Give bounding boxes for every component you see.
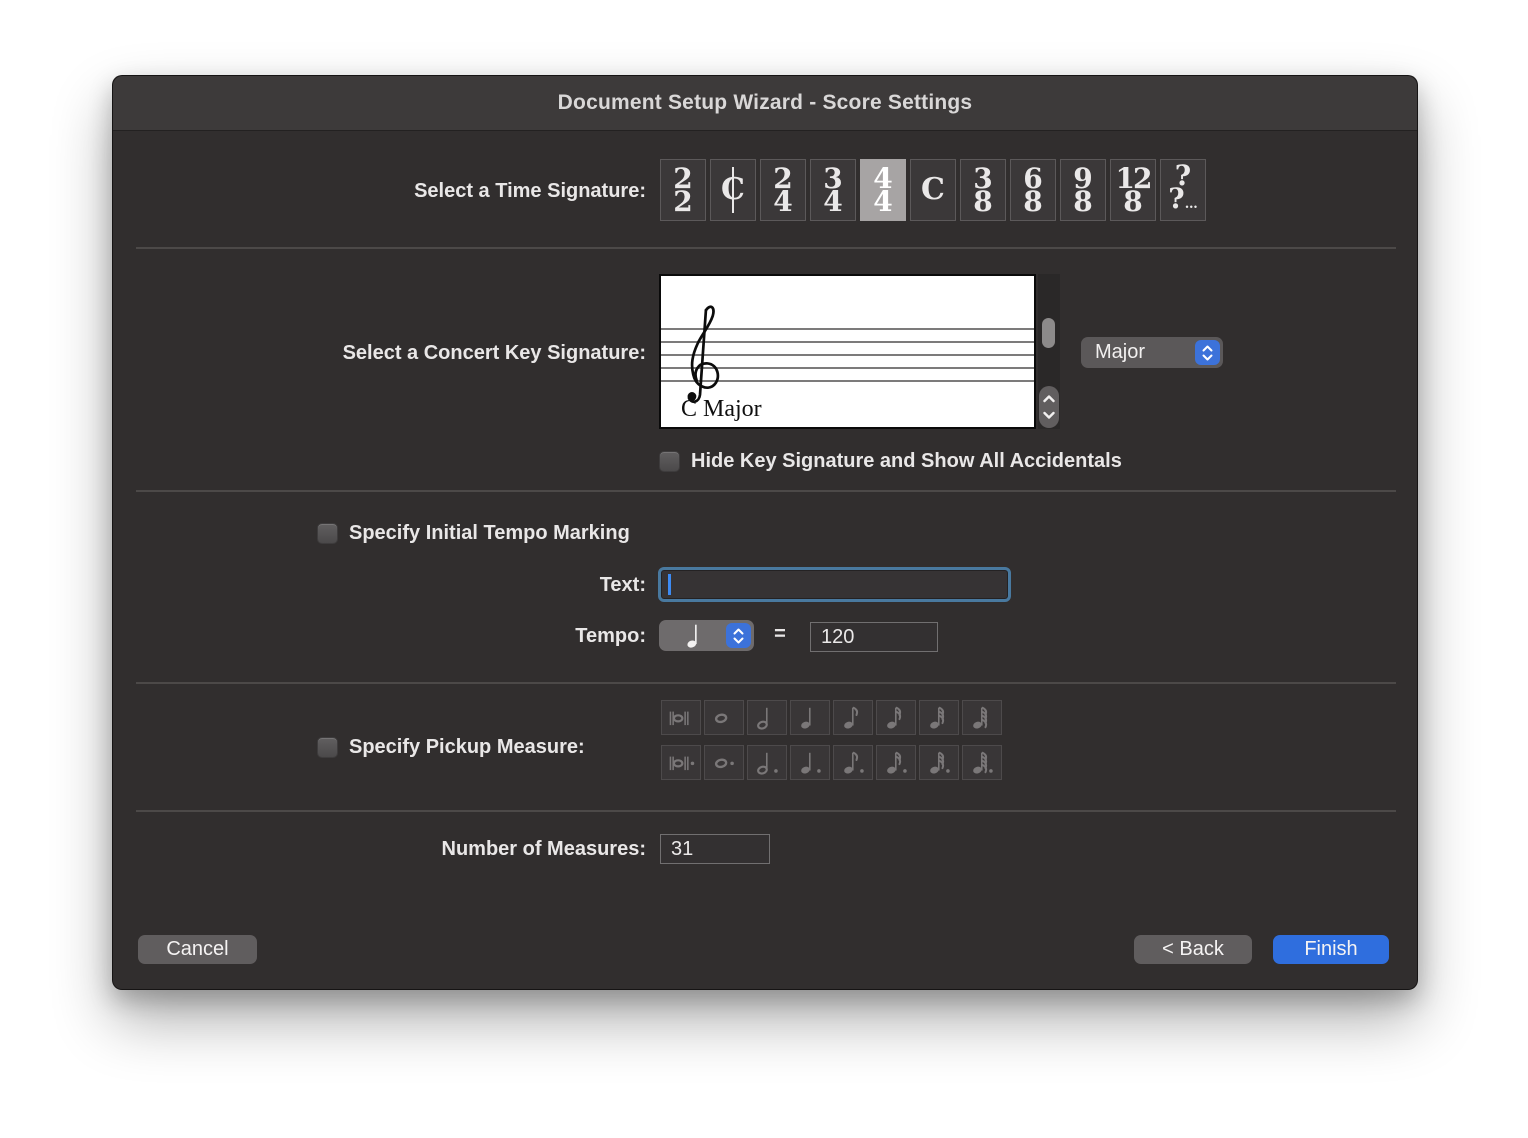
- scrollbar-thumb[interactable]: [1042, 318, 1055, 348]
- pickup-thirty-second-dotted-button[interactable]: [919, 745, 959, 780]
- specify-tempo-checkbox-label: Specify Initial Tempo Marking: [349, 522, 630, 545]
- section-divider: [136, 247, 1396, 249]
- key-mode-select[interactable]: Major: [1081, 337, 1223, 368]
- pickup-whole-dotted-button[interactable]: [704, 745, 744, 780]
- key-signature-preview[interactable]: C Major: [659, 274, 1036, 429]
- time-signature-option-4-4[interactable]: 44: [860, 159, 906, 221]
- key-signature-label: Select a Concert Key Signature:: [113, 340, 646, 366]
- section-divider: [136, 682, 1396, 684]
- scroll-up-icon[interactable]: [1043, 395, 1055, 403]
- time-signature-option-cut-time[interactable]: C: [710, 159, 756, 221]
- time-signature-option-9-8[interactable]: 98: [1060, 159, 1106, 221]
- specify-tempo-checkbox[interactable]: [317, 523, 338, 544]
- pickup-double-whole-dotted-button[interactable]: [661, 745, 701, 780]
- equals-sign: =: [765, 623, 795, 646]
- title-bar: Document Setup Wizard - Score Settings: [113, 76, 1417, 131]
- scroll-down-icon[interactable]: [1043, 411, 1055, 419]
- hide-key-signature-row: Hide Key Signature and Show All Accident…: [659, 450, 1122, 472]
- pickup-duration-options: [661, 700, 1002, 790]
- time-signature-label: Select a Time Signature:: [113, 178, 646, 204]
- bpm-input[interactable]: 120: [810, 622, 938, 652]
- treble-clef-icon: [677, 300, 723, 410]
- selected-key-caption: C Major: [681, 396, 762, 423]
- time-signature-option-other[interactable]: ??…: [1160, 159, 1206, 221]
- key-signature-scrollbar[interactable]: [1038, 274, 1060, 429]
- time-signature-option-common-time[interactable]: C: [910, 159, 956, 221]
- scrollbar-arrows: [1039, 386, 1059, 428]
- tempo-note-select[interactable]: [659, 620, 754, 651]
- pickup-sixteenth-dotted-button[interactable]: [876, 745, 916, 780]
- section-divider: [136, 810, 1396, 812]
- document-setup-wizard-dialog: Document Setup Wizard - Score Settings S…: [112, 75, 1418, 990]
- text-cursor: [668, 574, 671, 595]
- pickup-half-button[interactable]: [747, 700, 787, 735]
- tempo-text-input[interactable]: [658, 567, 1011, 602]
- pickup-sixteenth-button[interactable]: [876, 700, 916, 735]
- back-button[interactable]: < Back: [1134, 935, 1252, 964]
- specify-pickup-checkbox-label: Specify Pickup Measure:: [349, 736, 585, 759]
- number-of-measures-label: Number of Measures:: [113, 836, 646, 862]
- specify-pickup-checkbox[interactable]: [317, 737, 338, 758]
- pickup-plain-row: [661, 700, 1002, 735]
- specify-tempo-row: Specify Initial Tempo Marking: [317, 522, 630, 544]
- finish-button[interactable]: Finish: [1273, 935, 1389, 964]
- hide-key-signature-checkbox-label: Hide Key Signature and Show All Accident…: [691, 450, 1122, 473]
- pickup-eighth-button[interactable]: [833, 700, 873, 735]
- time-signature-option-12-8[interactable]: 128: [1110, 159, 1156, 221]
- section-divider: [136, 490, 1396, 492]
- time-signature-option-6-8[interactable]: 68: [1010, 159, 1056, 221]
- pickup-thirty-second-button[interactable]: [919, 700, 959, 735]
- time-signature-options: 22C243444C386898128??…: [660, 159, 1206, 221]
- pickup-eighth-dotted-button[interactable]: [833, 745, 873, 780]
- pickup-whole-button[interactable]: [704, 700, 744, 735]
- time-signature-option-2-4[interactable]: 24: [760, 159, 806, 221]
- quarter-note-icon: [662, 622, 726, 649]
- window-title: Document Setup Wizard - Score Settings: [558, 91, 973, 115]
- pickup-half-dotted-button[interactable]: [747, 745, 787, 780]
- time-signature-option-2-2[interactable]: 22: [660, 159, 706, 221]
- popup-stepper-icon: [1195, 340, 1220, 365]
- pickup-quarter-button[interactable]: [790, 700, 830, 735]
- number-of-measures-input[interactable]: 31: [660, 834, 770, 864]
- pickup-dotted-row: [661, 745, 1002, 780]
- hide-key-signature-checkbox[interactable]: [659, 451, 680, 472]
- pickup-sixty-fourth-button[interactable]: [962, 700, 1002, 735]
- tempo-label: Tempo:: [113, 623, 646, 649]
- time-signature-option-3-8[interactable]: 38: [960, 159, 1006, 221]
- popup-stepper-icon: [726, 623, 751, 648]
- tempo-text-label: Text:: [113, 572, 646, 598]
- time-signature-option-3-4[interactable]: 34: [810, 159, 856, 221]
- key-mode-value: Major: [1095, 341, 1145, 364]
- pickup-quarter-dotted-button[interactable]: [790, 745, 830, 780]
- cancel-button[interactable]: Cancel: [138, 935, 257, 964]
- pickup-sixty-fourth-dotted-button[interactable]: [962, 745, 1002, 780]
- pickup-double-whole-button[interactable]: [661, 700, 701, 735]
- specify-pickup-row: Specify Pickup Measure:: [317, 736, 585, 758]
